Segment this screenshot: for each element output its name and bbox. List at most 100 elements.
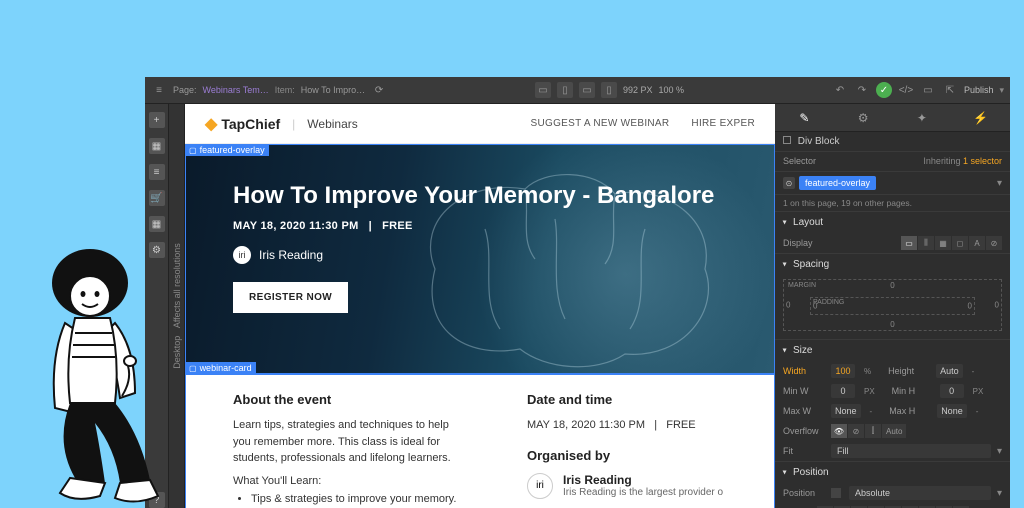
- selector-input[interactable]: ⊙ featured-overlay ▾: [775, 172, 1010, 195]
- add-element-icon[interactable]: +: [149, 112, 165, 128]
- settings-icon[interactable]: ⚙: [149, 242, 165, 258]
- display-inline-icon[interactable]: A: [969, 236, 985, 250]
- header-divider: |: [292, 117, 295, 131]
- undo-icon[interactable]: ↶: [832, 82, 848, 98]
- page-name[interactable]: Webinars Tem…: [203, 85, 269, 95]
- content-section: About the event Learn tips, strategies a…: [185, 374, 775, 508]
- list-item: Tips & strategies to improve your memory…: [251, 493, 467, 505]
- code-icon[interactable]: </>: [898, 82, 914, 98]
- canvas-width[interactable]: 992 PX: [623, 85, 653, 95]
- datetime-value: MAY 18, 2020 11:30 PM | FREE: [527, 417, 727, 434]
- width-label: Width: [783, 366, 825, 376]
- item-label: Item:: [275, 85, 295, 95]
- position-heading[interactable]: Position: [775, 462, 1010, 483]
- nav-hire[interactable]: HIRE EXPER: [691, 118, 755, 129]
- height-input[interactable]: Auto: [936, 364, 963, 378]
- display-inlineblock-icon[interactable]: ◻: [952, 236, 968, 250]
- selection-tag-card[interactable]: ▢webinar-card: [185, 362, 256, 374]
- orientation-desktop: Desktop: [172, 336, 182, 369]
- size-heading[interactable]: Size: [775, 340, 1010, 361]
- cms-icon[interactable]: ≡: [149, 164, 165, 180]
- minh-input[interactable]: 0: [940, 384, 964, 398]
- help-icon[interactable]: ?: [149, 492, 165, 508]
- display-block-icon[interactable]: ▭: [901, 236, 917, 250]
- register-button[interactable]: REGISTER NOW: [233, 282, 348, 313]
- class-chip[interactable]: featured-overlay: [799, 176, 876, 190]
- chevron-down-icon[interactable]: ▾: [997, 446, 1002, 457]
- assets-icon[interactable]: ▦: [149, 216, 165, 232]
- hero-section: How To Improve Your Memory - Bangalore M…: [185, 144, 775, 374]
- author-avatar: iri: [233, 246, 251, 264]
- maxh-label: Max H: [889, 406, 931, 416]
- item-name[interactable]: How To Impro…: [301, 85, 365, 95]
- overflow-auto[interactable]: Auto: [882, 424, 906, 438]
- tab-interactions-icon[interactable]: ✦: [913, 109, 931, 127]
- about-what-label: What You'll Learn:: [233, 475, 467, 487]
- display-flex-icon[interactable]: ⫼: [918, 236, 934, 250]
- size-section: Size Width 100 % Height Auto - Min W 0 P…: [775, 340, 1010, 462]
- publish-button[interactable]: Publish: [964, 85, 994, 95]
- display-grid-icon[interactable]: ▦: [935, 236, 951, 250]
- preview-icon[interactable]: ▭: [920, 82, 936, 98]
- device-desktop-icon[interactable]: ▭: [535, 82, 551, 98]
- selector-target-icon[interactable]: ⊙: [783, 177, 795, 189]
- inheriting-count[interactable]: 1 selector: [963, 156, 1002, 166]
- about-desc: Learn tips, strategies and techniques to…: [233, 417, 467, 467]
- display-none-icon[interactable]: ⊘: [986, 236, 1002, 250]
- element-type-row: Div Block: [775, 132, 1010, 152]
- refresh-icon[interactable]: ⟳: [371, 82, 387, 98]
- layout-section: Layout Display ▭ ⫼ ▦ ◻ A ⊘: [775, 212, 1010, 254]
- top-toolbar: ≡ Page: Webinars Tem… Item: How To Impro…: [145, 77, 1010, 104]
- nav-suggest[interactable]: SUGGEST A NEW WEBINAR: [531, 118, 670, 129]
- display-label: Display: [783, 238, 825, 248]
- position-section: Position Position Absolute ▾ ◤ ▲ ◥ ◀ ◼ ▶…: [775, 462, 1010, 508]
- organiser-name: Iris Reading: [563, 473, 723, 487]
- brand-logo[interactable]: ◆TapChief: [205, 114, 280, 134]
- datetime-heading: Date and time: [527, 392, 727, 407]
- overflow-scroll-icon[interactable]: ⫿: [865, 424, 881, 438]
- tab-effects-icon[interactable]: ⚡: [972, 109, 990, 127]
- minw-input[interactable]: 0: [831, 384, 855, 398]
- device-mobile-l-icon[interactable]: ▭: [579, 82, 595, 98]
- spacing-editor[interactable]: MARGIN 0 0 0 0 PADDING 0 0: [783, 279, 1002, 331]
- chevron-down-icon[interactable]: ▾: [997, 488, 1002, 499]
- tab-style-icon[interactable]: ✎: [795, 109, 813, 127]
- canvas-zoom[interactable]: 100 %: [659, 85, 685, 95]
- overflow-visible-icon[interactable]: 👁: [831, 424, 847, 438]
- position-label: Position: [783, 488, 825, 498]
- menu-icon[interactable]: ≡: [151, 82, 167, 98]
- panel-tabs: ✎ ⚙ ✦ ⚡: [775, 104, 1010, 132]
- maxh-input[interactable]: None: [937, 404, 967, 418]
- hero-meta: MAY 18, 2020 11:30 PM | FREE: [233, 220, 727, 232]
- organiser-desc: Iris Reading is the largest provider o: [563, 487, 723, 498]
- organiser-avatar: iri: [527, 473, 553, 499]
- organiser-block: iri Iris Reading Iris Reading is the lar…: [527, 473, 727, 499]
- spacing-heading[interactable]: Spacing: [775, 254, 1010, 275]
- fit-select[interactable]: Fill: [831, 444, 991, 458]
- status-ok-icon[interactable]: ✓: [876, 82, 892, 98]
- orientation-affects: Affects all resolutions: [172, 243, 182, 328]
- layout-heading[interactable]: Layout: [775, 212, 1010, 233]
- maxw-label: Max W: [783, 406, 825, 416]
- position-select[interactable]: Absolute: [849, 486, 991, 500]
- tab-settings-icon[interactable]: ⚙: [854, 109, 872, 127]
- device-tablet-icon[interactable]: ▯: [557, 82, 573, 98]
- selector-meta: 1 on this page, 19 on other pages.: [775, 195, 1010, 212]
- hero-title: How To Improve Your Memory - Bangalore: [233, 182, 727, 210]
- site-header: ◆TapChief | Webinars SUGGEST A NEW WEBIN…: [185, 104, 775, 144]
- selection-tag-featured[interactable]: ▢featured-overlay: [185, 144, 269, 156]
- device-mobile-icon[interactable]: ▯: [601, 82, 617, 98]
- design-canvas[interactable]: ◆TapChief | Webinars SUGGEST A NEW WEBIN…: [185, 104, 775, 508]
- chevron-down-icon[interactable]: ▾: [997, 178, 1002, 189]
- minh-label: Min H: [892, 386, 934, 396]
- ecommerce-icon[interactable]: 🛒: [149, 190, 165, 206]
- pages-icon[interactable]: ▦: [149, 138, 165, 154]
- minw-label: Min W: [783, 386, 825, 396]
- redo-icon[interactable]: ↷: [854, 82, 870, 98]
- organised-heading: Organised by: [527, 448, 727, 463]
- side-column: Date and time MAY 18, 2020 11:30 PM | FR…: [527, 392, 727, 508]
- maxw-input[interactable]: None: [831, 404, 861, 418]
- export-icon[interactable]: ⇱: [942, 82, 958, 98]
- width-input[interactable]: 100: [831, 364, 855, 378]
- overflow-hidden-icon[interactable]: ⊘: [848, 424, 864, 438]
